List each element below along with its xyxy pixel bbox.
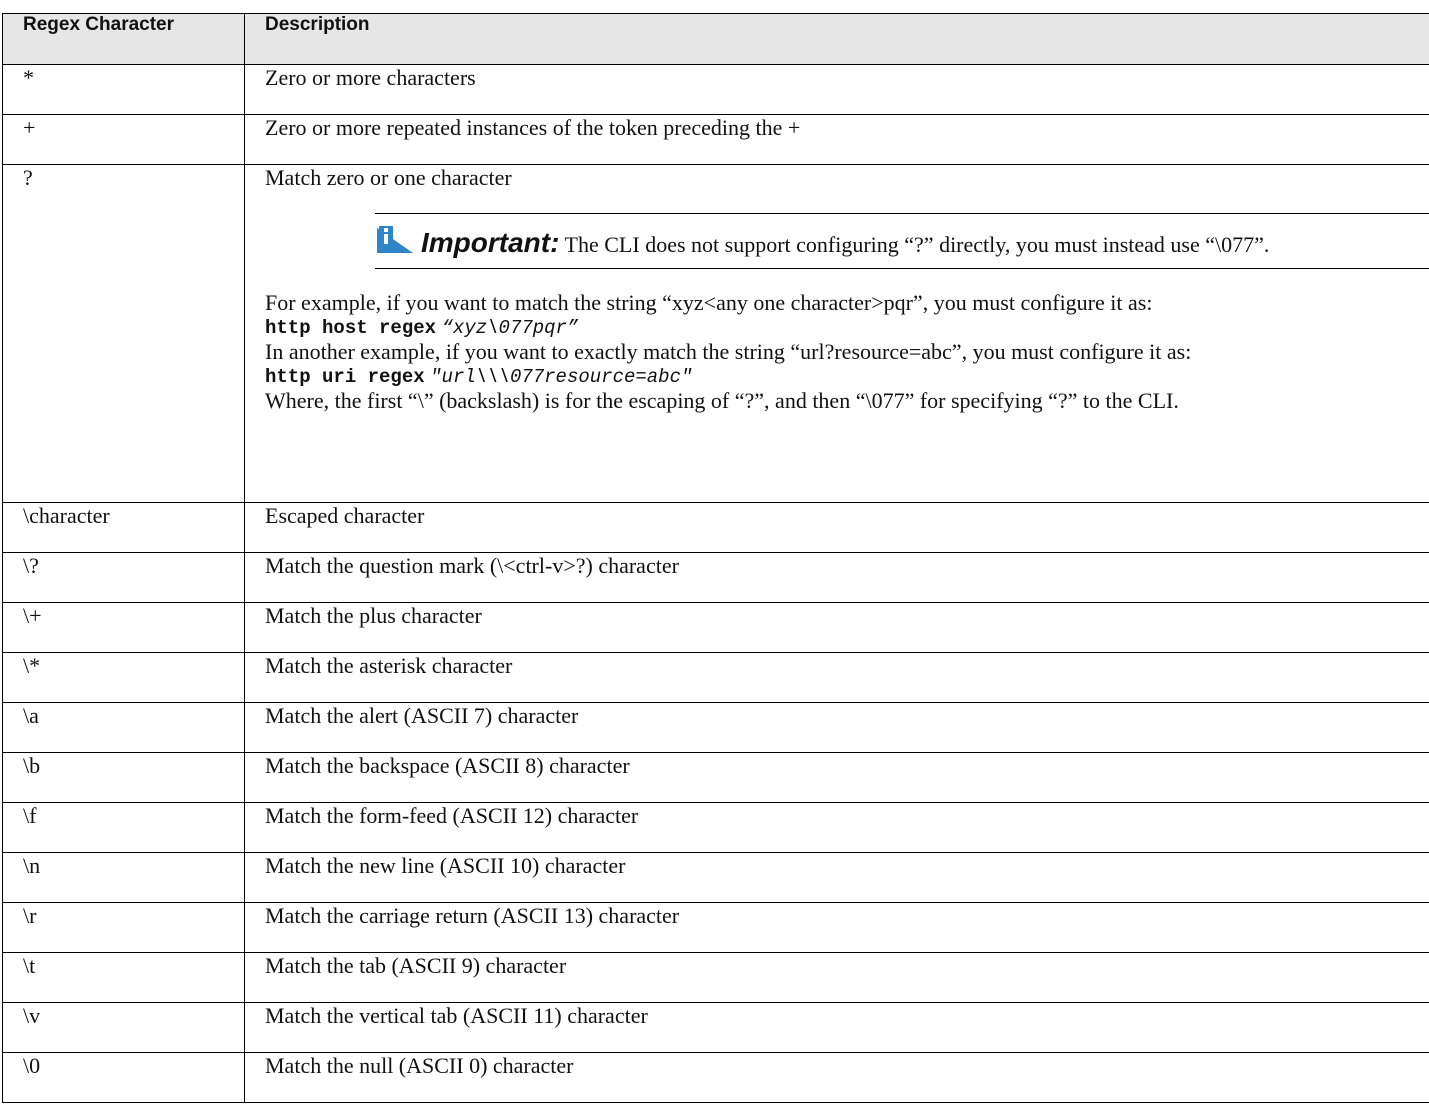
description-cell: Zero or more characters — [244, 64, 1429, 115]
example-block: For example, if you want to match the st… — [265, 291, 1429, 412]
header-regex-character: Regex Character — [2, 13, 245, 65]
table-header-row: Regex Character Description — [2, 13, 1429, 65]
regex-char-cell: \n — [2, 852, 245, 903]
regex-char-cell: \a — [2, 702, 245, 753]
important-label: Important: — [421, 227, 560, 258]
regex-char-cell: \character — [2, 502, 245, 553]
table-row: \character Escaped character — [2, 502, 1429, 553]
regex-char-cell: \f — [2, 802, 245, 853]
command-argument: "url\\\077resource=abc" — [430, 366, 693, 388]
description-cell: Match the question mark (\<ctrl-v>?) cha… — [244, 552, 1429, 603]
description-cell: Zero or more repeated instances of the t… — [244, 114, 1429, 165]
regex-char-cell: \t — [2, 952, 245, 1003]
regex-char-cell: \b — [2, 752, 245, 803]
description-cell: Match the null (ASCII 0) character — [244, 1052, 1429, 1103]
important-note: Important: The CLI does not support conf… — [375, 213, 1429, 269]
description-cell: Match zero or one character Important: T… — [244, 164, 1429, 503]
example-1-text: For example, if you want to match the st… — [265, 290, 1153, 315]
description-cell: Match the backspace (ASCII 8) character — [244, 752, 1429, 803]
table-row: \f Match the form-feed (ASCII 12) charac… — [2, 802, 1429, 853]
description-cell: Match the plus character — [244, 602, 1429, 653]
description-cell: Match the vertical tab (ASCII 11) charac… — [244, 1002, 1429, 1053]
regex-char-cell: + — [2, 114, 245, 165]
table-row: * Zero or more characters — [2, 64, 1429, 115]
table-row: \n Match the new line (ASCII 10) charact… — [2, 852, 1429, 903]
regex-char-cell: ? — [2, 164, 245, 503]
description-cell: Match the carriage return (ASCII 13) cha… — [244, 902, 1429, 953]
example-explanation: Where, the first “\” (backslash) is for … — [265, 388, 1179, 413]
table-row: \v Match the vertical tab (ASCII 11) cha… — [2, 1002, 1429, 1053]
table-row: \? Match the question mark (\<ctrl-v>?) … — [2, 552, 1429, 603]
table-row: + Zero or more repeated instances of the… — [2, 114, 1429, 165]
regex-char-cell: \r — [2, 902, 245, 953]
table-row: \+ Match the plus character — [2, 602, 1429, 653]
regex-char-cell: \v — [2, 1002, 245, 1053]
table-row: \r Match the carriage return (ASCII 13) … — [2, 902, 1429, 953]
example-1-command: http host regex “xyz\077pqr” — [265, 314, 1429, 340]
regex-char-cell: \0 — [2, 1052, 245, 1103]
regex-char-cell: * — [2, 64, 245, 115]
command-keyword: http host regex — [265, 317, 437, 339]
question-description: Match zero or one character — [265, 165, 512, 190]
regex-char-cell: \+ — [2, 602, 245, 653]
example-2-text: In another example, if you want to exact… — [265, 339, 1192, 364]
example-2-command: http uri regex "url\\\077resource=abc" — [265, 363, 1429, 389]
description-cell: Escaped character — [244, 502, 1429, 553]
table-row: \* Match the asterisk character — [2, 652, 1429, 703]
important-text: The CLI does not support configuring “?”… — [564, 232, 1270, 257]
table-row: \t Match the tab (ASCII 9) character — [2, 952, 1429, 1003]
table-row-question-mark: ? Match zero or one character Important:… — [2, 164, 1429, 503]
table-row: \0 Match the null (ASCII 0) character — [2, 1052, 1429, 1103]
table-row: \a Match the alert (ASCII 7) character — [2, 702, 1429, 753]
header-description: Description — [244, 13, 1429, 65]
regex-char-cell: \? — [2, 552, 245, 603]
description-cell: Match the asterisk character — [244, 652, 1429, 703]
description-cell: Match the form-feed (ASCII 12) character — [244, 802, 1429, 853]
description-cell: Match the alert (ASCII 7) character — [244, 702, 1429, 753]
info-pointer-icon — [375, 226, 415, 262]
table-row: \b Match the backspace (ASCII 8) charact… — [2, 752, 1429, 803]
command-argument: “xyz\077pqr” — [441, 317, 579, 339]
regex-table: Regex Character Description * Zero or mo… — [2, 13, 1429, 1103]
regex-char-cell: \* — [2, 652, 245, 703]
description-cell: Match the tab (ASCII 9) character — [244, 952, 1429, 1003]
description-cell: Match the new line (ASCII 10) character — [244, 852, 1429, 903]
command-keyword: http uri regex — [265, 366, 425, 388]
